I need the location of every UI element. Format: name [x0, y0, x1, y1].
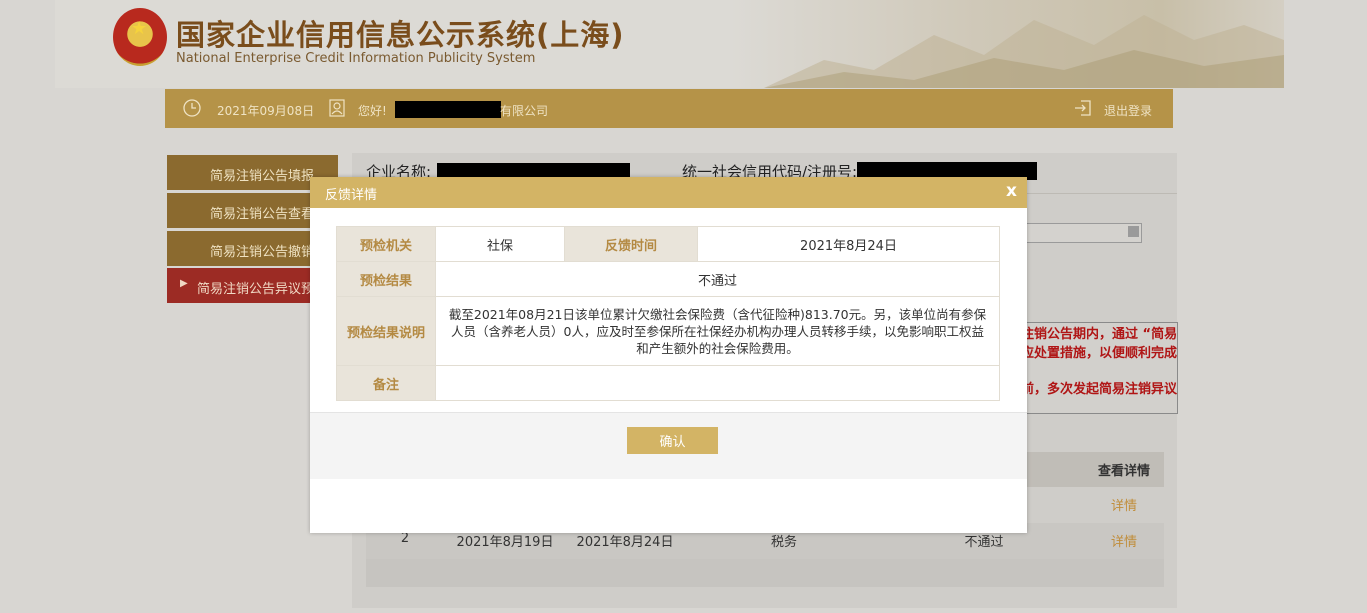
remark-value: [435, 365, 1000, 401]
result-label: 预检结果: [336, 261, 436, 297]
feedback-detail-dialog: 反馈详情 x 预检机关 社保 反馈时间 2021年8月24日 预检结果 不通过 …: [310, 177, 1027, 533]
table-row: 预检机关 社保 反馈时间 2021年8月24日: [336, 226, 1000, 262]
result-desc-value: 截至2021年08月21日该单位累计欠缴社会保险费（含代征险种)813.70元。…: [435, 296, 1000, 366]
feedback-time-label: 反馈时间: [564, 226, 698, 262]
remark-label: 备注: [336, 365, 436, 401]
confirm-button[interactable]: 确认: [627, 427, 718, 454]
table-row: 备注: [336, 365, 1000, 401]
close-icon[interactable]: x: [1006, 181, 1017, 201]
dialog-header: 反馈详情 x: [310, 177, 1027, 208]
feedback-time-value: 2021年8月24日: [697, 226, 1000, 262]
feedback-table: 预检机关 社保 反馈时间 2021年8月24日 预检结果 不通过 预检结果说明 …: [336, 226, 1000, 401]
agency-value: 社保: [435, 226, 565, 262]
result-desc-label: 预检结果说明: [336, 296, 436, 366]
agency-label: 预检机关: [336, 226, 436, 262]
dialog-title: 反馈详情: [325, 188, 378, 203]
table-row: 预检结果 不通过: [336, 261, 1000, 297]
table-row: 预检结果说明 截至2021年08月21日该单位累计欠缴社会保险费（含代征险种)8…: [336, 296, 1000, 366]
result-value: 不通过: [435, 261, 1000, 297]
dialog-footer: 确认: [310, 413, 1027, 479]
